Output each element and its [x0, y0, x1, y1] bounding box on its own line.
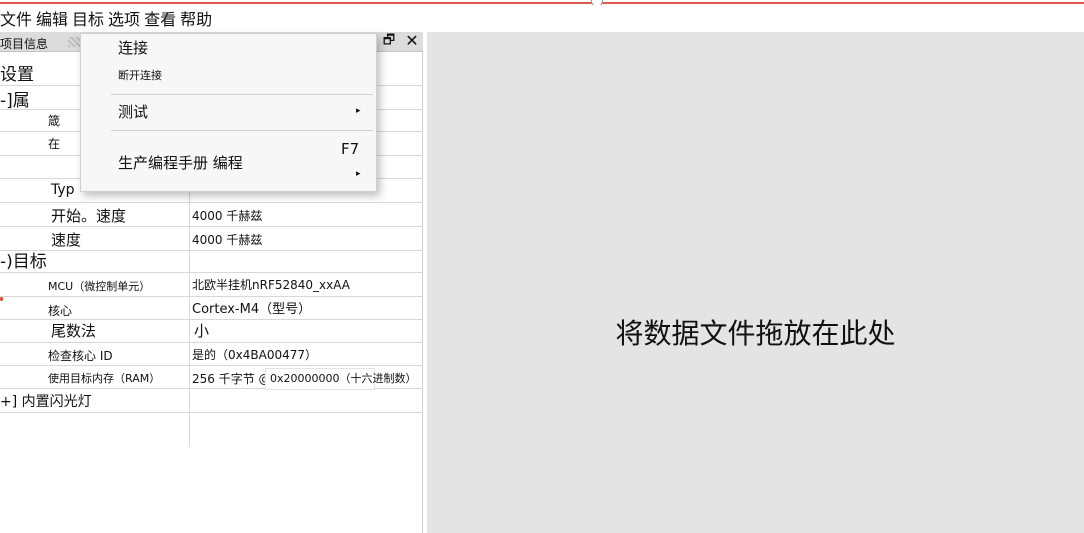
settings-label: 设置 [0, 65, 34, 85]
status-dot [0, 297, 3, 301]
flash-label: +] 内置闪光灯 [0, 394, 92, 410]
drop-hint: 将数据文件拖放在此处 [615, 317, 896, 350]
menu-bar: 文件 编辑 目标 选项 查看 帮助 [0, 5, 1084, 31]
tree-row-start-speed[interactable]: 开始。速度 4000 千赫兹 [0, 203, 423, 227]
speed-label: 速度 [51, 231, 82, 249]
menu-shortcut: F7 [341, 140, 360, 158]
target-label: -)目标 [0, 252, 47, 272]
tree-row-check-core[interactable]: 检查核心 ID 是的（0x4BA00477） [0, 343, 423, 366]
ram-label: 使用目标内存（RAM） [48, 372, 161, 385]
restore-icon[interactable]: 🗗 [381, 33, 397, 49]
tree-row-target[interactable]: -)目标 [0, 251, 423, 273]
core-label: 核心 [48, 304, 73, 318]
tree-row-endian[interactable]: 尾数法 小 [0, 320, 423, 343]
ram-value: 256 千字节 @ [192, 372, 271, 386]
check-core-label: 检查核心 ID [48, 349, 113, 363]
menu-item-production[interactable]: 生产编程手册 编程 [118, 152, 243, 173]
menu-item-disconnect[interactable]: 断开连接 [118, 67, 162, 83]
menu-options[interactable]: 选项 [108, 6, 140, 30]
prop2-label: 在 [48, 137, 61, 151]
tree-row-core[interactable]: 核心 Cortex-M4（型号） [0, 297, 423, 320]
menu-separator-2 [111, 130, 373, 131]
menu-target[interactable]: 目标 [72, 6, 104, 30]
panel-title: 项目信息 [0, 37, 49, 51]
file-drop-zone[interactable]: 将数据文件拖放在此处 [427, 32, 1084, 533]
prop1-label: 箴 [48, 114, 61, 128]
menu-file[interactable]: 文件 [0, 6, 32, 30]
tree-row-flash[interactable]: +] 内置闪光灯 [0, 389, 423, 413]
endian-value: 小 [194, 322, 210, 340]
menu-item-test[interactable]: 测试 [118, 101, 148, 122]
accent-line [0, 2, 1084, 4]
tree-row-speed[interactable]: 速度 4000 千赫兹 [0, 227, 423, 251]
mcu-label: MCU（微控制单元） [48, 280, 151, 293]
menu-view[interactable]: 查看 [144, 6, 176, 30]
core-value: Cortex-M4（型号） [192, 302, 312, 317]
tree-row-mcu[interactable]: MCU（微控制单元） 北欧半挂机nRF52840_xxAA [0, 273, 423, 297]
menu-help[interactable]: 帮助 [180, 6, 212, 30]
start-speed-label: 开始。速度 [51, 207, 127, 225]
mcu-value: 北欧半挂机nRF52840_xxAA [192, 278, 350, 292]
submenu-arrow-icon-2: ▸ [356, 169, 361, 179]
speed-value: 4000 千赫兹 [192, 233, 263, 247]
type-label: Typ [51, 182, 75, 198]
menu-separator [111, 94, 373, 95]
ram-address-value[interactable]: 0x20000000（十六进制数） [265, 368, 417, 390]
menu-item-connect[interactable]: 连接 [118, 37, 148, 58]
check-core-value: 是的（0x4BA00477） [192, 348, 317, 362]
menu-edit[interactable]: 编辑 [36, 6, 68, 30]
endian-label: 尾数法 [51, 322, 97, 340]
submenu-arrow-icon: ▸ [356, 106, 361, 116]
close-icon[interactable]: ✕ [404, 33, 420, 49]
start-speed-value: 4000 千赫兹 [192, 209, 263, 223]
target-menu-dropdown: 连接 断开连接 测试 ▸ F7 生产编程手册 编程 ▸ [80, 33, 377, 192]
properties-label: -]属 [0, 91, 30, 111]
